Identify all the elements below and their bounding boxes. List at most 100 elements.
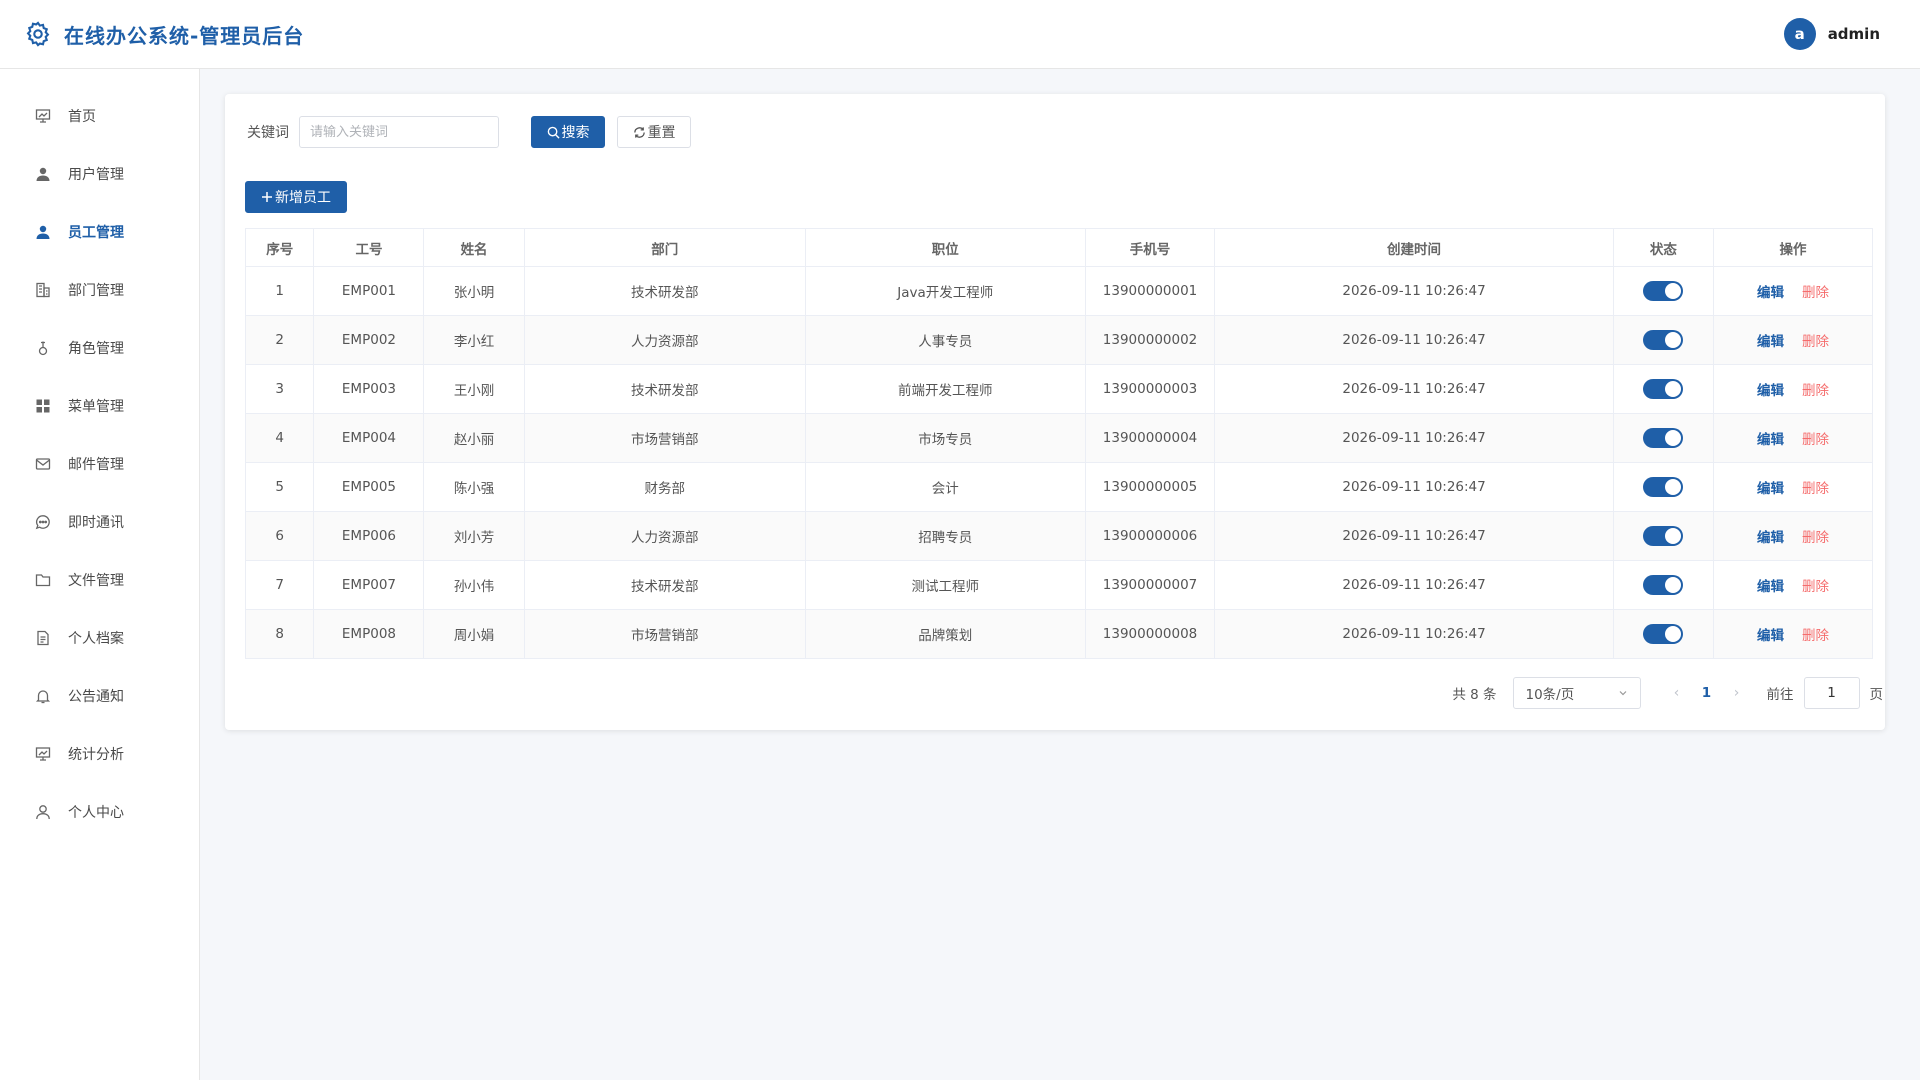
status-toggle[interactable] [1643,624,1684,644]
cell-dept: 技术研发部 [523,266,806,316]
edit-button[interactable]: 编辑 [1757,530,1784,546]
delete-button[interactable]: 删除 [1802,285,1829,301]
cell-dept: 人力资源部 [523,315,806,365]
sidebar-item-users[interactable]: 用户管理 [0,145,199,203]
page-size-select[interactable]: 10条/页 [1512,677,1641,709]
table-row: 7 EMP007 孙小伟 技术研发部 测试工程师 13900000007 202… [244,560,1873,610]
status-toggle[interactable] [1643,575,1684,595]
prev-page-button[interactable]: ‹ [1667,685,1687,701]
cell-created: 2026-09-11 10:26:47 [1214,560,1614,610]
cell-position: 招聘专员 [804,511,1086,561]
delete-button[interactable]: 删除 [1802,383,1829,399]
sidebar-item-profile[interactable]: 个人档案 [0,609,199,667]
cell-status [1612,609,1715,659]
status-toggle[interactable] [1643,526,1684,546]
edit-button[interactable]: 编辑 [1757,285,1784,301]
status-toggle[interactable] [1643,379,1684,399]
delete-button[interactable]: 删除 [1802,628,1829,644]
cell-emp-id: EMP004 [313,413,425,463]
user-menu[interactable]: a admin [1783,18,1880,50]
sidebar-item-notices[interactable]: 公告通知 [0,667,199,725]
gear-icon [26,21,50,47]
delete-button[interactable]: 删除 [1802,432,1829,448]
sidebar-item-home[interactable]: 首页 [0,87,199,145]
employee-panel: 关键词 搜索 重置 新增员工 序号 工号 姓名 部门 [225,94,1885,730]
keyword-input[interactable] [299,116,499,148]
search-bar: 关键词 搜索 重置 [247,116,691,148]
edit-button[interactable]: 编辑 [1757,579,1784,595]
cell-status [1612,266,1715,316]
status-toggle[interactable] [1643,428,1684,448]
goto-page-input[interactable] [1803,677,1860,709]
cell-position: 前端开发工程师 [804,364,1086,414]
edit-button[interactable]: 编辑 [1757,432,1784,448]
delete-button[interactable]: 删除 [1802,481,1829,497]
cell-emp-id: EMP003 [313,364,425,414]
sidebar-item-label: 员工管理 [68,225,124,241]
refresh-icon [633,126,645,138]
column-header: 创建时间 [1214,228,1614,267]
page-number-current[interactable]: 1 [1687,685,1727,701]
cell-actions: 编辑 删除 [1713,511,1873,561]
chevron-down-icon [1619,691,1626,696]
sidebar-item-label: 个人档案 [68,631,124,647]
user-icon [34,223,52,241]
column-header: 状态 [1612,228,1715,267]
sidebar-item-label: 首页 [68,109,96,125]
role-icon [34,339,52,357]
cell-emp-id: EMP001 [313,266,425,316]
edit-button[interactable]: 编辑 [1757,628,1784,644]
cell-phone: 13900000003 [1084,364,1216,414]
username[interactable]: admin [1828,25,1880,43]
cell-name: 陈小强 [423,462,525,512]
reset-button-label: 重置 [647,125,676,141]
cell-created: 2026-09-11 10:26:47 [1214,364,1614,414]
chat-icon [34,513,52,531]
status-toggle[interactable] [1643,477,1684,497]
mail-icon [34,455,52,473]
sidebar-item-personal-center[interactable]: 个人中心 [0,783,199,841]
sidebar-item-menus[interactable]: 菜单管理 [0,377,199,435]
edit-button[interactable]: 编辑 [1757,383,1784,399]
sidebar-item-departments[interactable]: 部门管理 [0,261,199,319]
table-row: 5 EMP005 陈小强 财务部 会计 13900000005 2026-09-… [244,462,1873,512]
goto-label: 前往 [1766,687,1794,703]
sidebar-item-mail[interactable]: 邮件管理 [0,435,199,493]
sidebar-item-roles[interactable]: 角色管理 [0,319,199,377]
cell-dept: 技术研发部 [523,560,806,610]
cell-no: 8 [244,609,315,659]
cell-name: 李小红 [423,315,525,365]
cell-no: 3 [244,364,315,414]
user-icon [34,165,52,183]
status-toggle[interactable] [1643,281,1684,301]
cell-no: 2 [244,315,315,365]
sidebar-item-label: 文件管理 [68,573,124,589]
sidebar: 首页 用户管理 员工管理 部门管理 角色管理 菜单管理 邮件管理 即时通讯 文件… [0,69,200,1080]
sidebar-item-label: 用户管理 [68,167,124,183]
cell-emp-id: EMP005 [313,462,425,512]
cell-actions: 编辑 删除 [1713,364,1873,414]
sidebar-item-employees[interactable]: 员工管理 [0,203,199,261]
table-row: 6 EMP006 刘小芳 人力资源部 招聘专员 13900000006 2026… [244,511,1873,561]
sidebar-item-files[interactable]: 文件管理 [0,551,199,609]
sidebar-item-chat[interactable]: 即时通讯 [0,493,199,551]
status-toggle[interactable] [1643,330,1684,350]
cell-no: 6 [244,511,315,561]
avatar[interactable]: a [1783,18,1816,50]
delete-button[interactable]: 删除 [1802,579,1829,595]
edit-button[interactable]: 编辑 [1757,334,1784,350]
cell-no: 5 [244,462,315,512]
search-button[interactable]: 搜索 [531,116,605,148]
brand: 在线办公系统-管理员后台 [24,20,304,49]
search-icon [547,126,560,139]
add-employee-button[interactable]: 新增员工 [245,181,347,213]
cell-created: 2026-09-11 10:26:47 [1214,266,1614,316]
delete-button[interactable]: 删除 [1802,334,1829,350]
reset-button[interactable]: 重置 [617,116,691,148]
next-page-button[interactable]: › [1727,685,1747,701]
edit-button[interactable]: 编辑 [1757,481,1784,497]
cell-emp-id: EMP002 [313,315,425,365]
cell-position: 市场专员 [804,413,1086,463]
sidebar-item-statistics[interactable]: 统计分析 [0,725,199,783]
delete-button[interactable]: 删除 [1802,530,1829,546]
